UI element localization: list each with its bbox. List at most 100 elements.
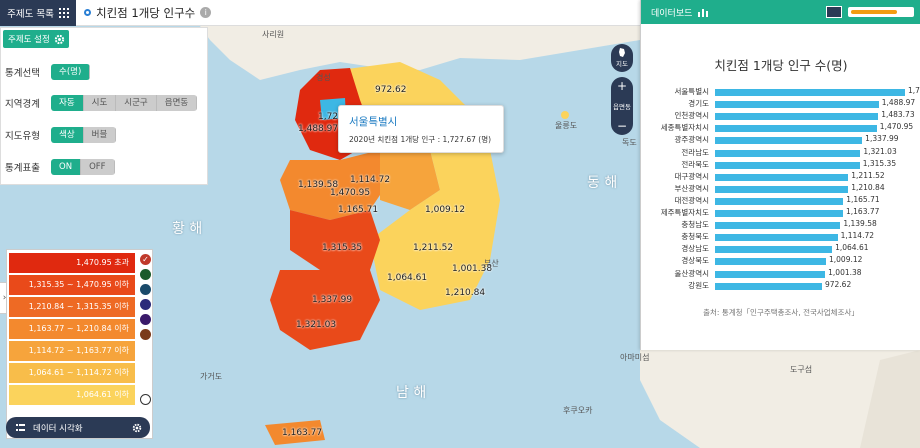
- map-toggle-button[interactable]: 지도: [611, 44, 633, 72]
- bar-label: 대전광역시: [674, 195, 710, 205]
- boundary-eupmyeondong[interactable]: 읍면동: [156, 95, 198, 111]
- legend-item-3[interactable]: 1,210.84 ~ 1,315.35 이하: [9, 297, 135, 317]
- bar[interactable]: [715, 222, 841, 230]
- bar-label: 광주광역시: [674, 135, 710, 145]
- bar-label: 충청남도: [681, 220, 709, 230]
- bar-label: 경기도: [688, 99, 709, 109]
- bar[interactable]: [715, 210, 843, 217]
- place-dokdo: 독도: [622, 138, 637, 147]
- legend-panel: 1,470.95 초과 1,315.35 ~ 1,470.95 이하 1,210…: [6, 249, 153, 439]
- bar-label: 경상북도: [681, 256, 709, 266]
- data-visualization-button[interactable]: 데이터 시각화: [6, 417, 150, 438]
- bar[interactable]: [715, 89, 906, 96]
- legend-color-check-icon[interactable]: ✓: [140, 254, 151, 265]
- bar[interactable]: [715, 270, 826, 278]
- dashboard-header[interactable]: 데이터보드: [641, 0, 920, 24]
- legend-item-1[interactable]: 1,470.95 초과: [9, 253, 135, 273]
- map-type-label: 지도유형: [5, 131, 40, 142]
- zoom-out-button[interactable]: −: [617, 120, 627, 132]
- map-value-busan: 1,210.84: [445, 288, 486, 298]
- bar-value-label: 1,163.77: [846, 207, 880, 216]
- map-type-bubble[interactable]: 버블: [83, 127, 117, 143]
- legend-color-purple[interactable]: [140, 314, 151, 325]
- zoom-in-button[interactable]: +: [617, 80, 627, 92]
- bar-label: 서울특별시: [674, 87, 710, 96]
- sea-east: 동 해: [587, 175, 618, 191]
- theme-settings-header[interactable]: 주제도 설정: [3, 30, 69, 48]
- legend-item-4[interactable]: 1,163.77 ~ 1,210.84 이하: [9, 319, 135, 339]
- zoom-level-label: 읍면동: [613, 103, 631, 111]
- gear-icon: [132, 423, 142, 432]
- bar-value-label: 972.62: [824, 279, 852, 289]
- list-icon: [16, 423, 25, 431]
- legend-color-teal[interactable]: [140, 284, 151, 295]
- boundary-sido[interactable]: 시도: [83, 95, 117, 111]
- map-value-sejong: 1,470.95: [330, 188, 371, 198]
- bar-value-label: 1,114.72: [840, 231, 875, 241]
- bar[interactable]: [715, 161, 860, 169]
- bar[interactable]: [715, 258, 826, 266]
- bar-label: 전라남도: [681, 147, 709, 157]
- map-value-gyeongnam: 1,064.61: [387, 273, 428, 283]
- bar-value-label: 1,210.84: [851, 182, 885, 192]
- legend-item-2[interactable]: 1,315.35 ~ 1,470.95 이하: [9, 275, 135, 295]
- place-dogu: 도구섬: [790, 365, 813, 374]
- info-icon[interactable]: i: [200, 7, 212, 18]
- theme-settings-label: 주제도 설정: [8, 35, 50, 45]
- top-bar: 주제도 목록 치킨점 1개당 인구수 i: [0, 0, 640, 26]
- stat-option-count[interactable]: 수(명): [51, 64, 91, 80]
- map-value-gyeonggi: 1,488.97: [298, 124, 339, 134]
- map-toggle-label: 지도: [616, 60, 628, 68]
- stat-display-row: 통계표출 ON OFF: [5, 159, 115, 175]
- boundary-label: 지역경계: [5, 99, 40, 110]
- legend-color-green[interactable]: [140, 269, 151, 280]
- legend-reset-icon[interactable]: [140, 394, 151, 405]
- map-type-color[interactable]: 색상: [51, 127, 84, 143]
- map-value-jeju: 1,163.77: [282, 428, 323, 438]
- bar-label: 경상남도: [681, 244, 709, 254]
- bar[interactable]: [715, 234, 838, 242]
- theme-list-label: 주제도 목록: [7, 8, 54, 20]
- bar[interactable]: [715, 282, 822, 290]
- legend-item-6[interactable]: 1,064.61 ~ 1,114.72 이하: [9, 363, 135, 383]
- bar[interactable]: [715, 246, 833, 254]
- theme-list-button[interactable]: 주제도 목록: [0, 0, 76, 26]
- bar-label: 제주특별자치도: [660, 208, 709, 217]
- sea-south: 남 해: [396, 385, 427, 401]
- legend-item-5[interactable]: 1,114.72 ~ 1,163.77 이하: [9, 341, 135, 361]
- bar-value-label: 1,727.67: [908, 86, 920, 95]
- boundary-row: 지역경계 자동 시도 시군구 읍면동: [5, 95, 198, 111]
- bar[interactable]: [715, 113, 879, 121]
- opacity-slider[interactable]: [848, 7, 914, 17]
- zoom-control: + 읍면동 −: [611, 77, 633, 135]
- bar[interactable]: [715, 125, 877, 133]
- stat-display-off[interactable]: OFF: [81, 159, 115, 175]
- boundary-sigungu[interactable]: 시군구: [116, 95, 157, 111]
- bar-label: 울산광역시: [674, 268, 710, 278]
- place-gageo: 가거도: [200, 372, 223, 381]
- bar[interactable]: [715, 137, 863, 145]
- bar[interactable]: [715, 173, 849, 181]
- map-value-gangwon: 972.62: [375, 85, 407, 95]
- map-value-chungbuk: 1,114.72: [350, 175, 391, 185]
- place-ulleung: 울릉도: [555, 121, 578, 130]
- place-fukuoka: 후쿠오카: [563, 406, 593, 415]
- bar[interactable]: [715, 149, 861, 157]
- map-title: 치킨점 1개당 인구수 i: [84, 5, 212, 21]
- screen-icon[interactable]: [826, 6, 842, 18]
- map-value-daejeon: 1,165.71: [338, 205, 379, 215]
- region-tooltip: 서울특별시 2020년 치킨점 1개당 인구 : 1,727.67 (명): [338, 105, 504, 153]
- boundary-auto[interactable]: 자동: [51, 95, 84, 111]
- legend-color-navy[interactable]: [140, 299, 151, 310]
- bar[interactable]: [715, 101, 879, 109]
- map-value-gyeongbuk: 1,009.12: [425, 205, 466, 215]
- bar[interactable]: [715, 197, 844, 205]
- legend-item-7[interactable]: 1,064.61 이하: [9, 385, 135, 405]
- stat-select-label: 통계선택: [5, 68, 40, 79]
- bar[interactable]: [715, 185, 849, 193]
- bar-label: 세종특별자치시: [660, 123, 709, 133]
- bar-value-label: 1,064.61: [835, 243, 869, 253]
- stat-display-on[interactable]: ON: [51, 159, 82, 175]
- legend-color-brown[interactable]: [140, 329, 151, 340]
- theme-settings-panel: 주제도 설정 통계선택 수(명) 지역경계 자동 시도 시군구 읍면동 지도유형…: [0, 27, 208, 185]
